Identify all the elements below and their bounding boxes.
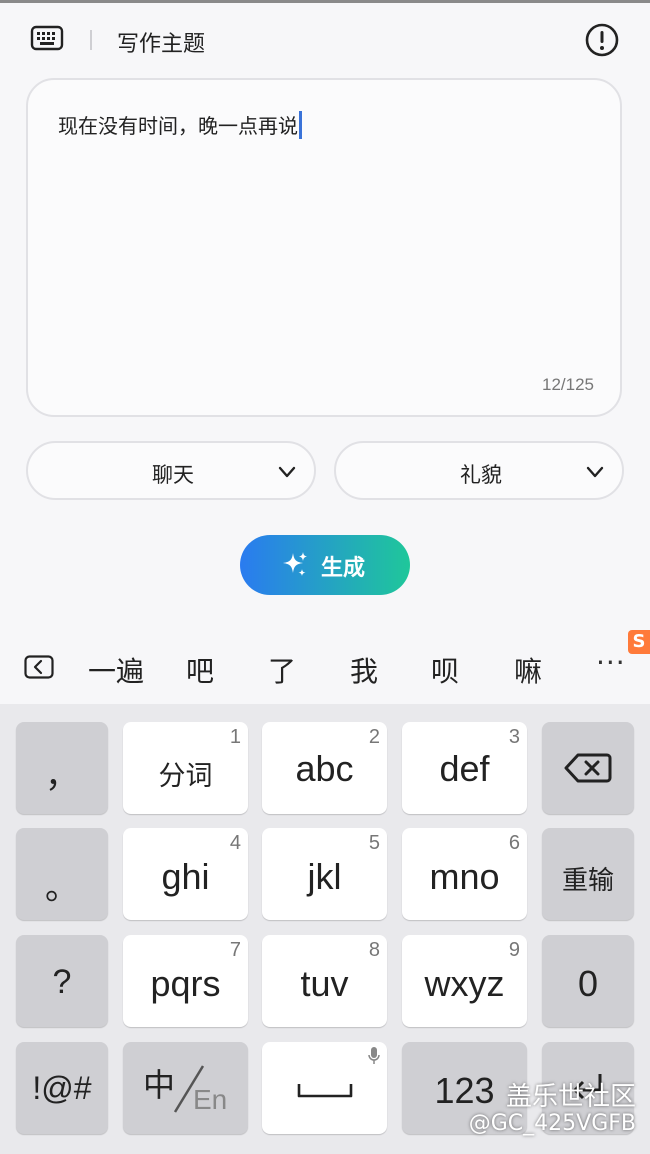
space-icon — [297, 1084, 353, 1098]
symbols-key[interactable]: !@# — [16, 1042, 108, 1134]
zero-key[interactable]: 0 — [542, 935, 634, 1027]
mic-icon — [368, 1047, 380, 1064]
collapse-icon[interactable] — [24, 655, 54, 679]
page-title: 写作主题 — [117, 32, 206, 57]
char-counter: 12/125 — [542, 375, 594, 394]
key-mno[interactable]: mno 6 — [402, 828, 527, 920]
candidate-word[interactable]: 了 — [268, 650, 296, 690]
info-icon[interactable] — [584, 22, 620, 58]
sparkle-icon — [283, 552, 307, 576]
candidate-word[interactable]: 我 — [350, 650, 378, 690]
period-key[interactable]: 。 — [16, 828, 108, 920]
space-key[interactable] — [262, 1042, 387, 1134]
chevron-down-icon — [278, 466, 296, 478]
key-jkl[interactable]: jkl 5 — [262, 828, 387, 920]
key-def[interactable]: def 3 — [402, 722, 527, 814]
generate-button[interactable]: 生成 — [240, 535, 410, 595]
topic-textarea[interactable]: 现在没有时间，晚一点再说 12/125 — [26, 78, 622, 417]
question-key[interactable]: ? — [16, 935, 108, 1027]
sogou-badge-icon: S — [628, 630, 650, 654]
backspace-icon — [564, 753, 612, 783]
candidate-word[interactable]: 呗 — [431, 650, 459, 690]
key-wxyz[interactable]: wxyz 9 — [402, 935, 527, 1027]
key-abc[interactable]: abc 2 — [262, 722, 387, 814]
candidate-word[interactable]: 吧 — [186, 650, 214, 690]
status-line — [0, 0, 650, 3]
key-ghi[interactable]: ghi 4 — [123, 828, 248, 920]
fenci-key[interactable]: 分词 1 — [123, 722, 248, 814]
watermark: 盖乐世社区 @GC_425VGFB — [468, 1082, 636, 1136]
retype-key[interactable]: 重输 — [542, 828, 634, 920]
keyboard-icon[interactable] — [30, 24, 64, 52]
candidate-bar: 一遍 吧 了 我 呗 嘛 ··· — [0, 628, 650, 704]
lang-en-label: En — [193, 1084, 228, 1115]
format-dropdown[interactable]: 聊天 — [26, 441, 316, 500]
topic-text: 现在没有时间，晚一点再说 — [58, 114, 298, 138]
text-caret — [299, 111, 302, 139]
generate-label: 生成 — [321, 556, 366, 581]
keyboard: ， 分词 1 abc 2 def 3 。 ghi 4 jkl 5 mno 6 重… — [0, 704, 650, 1154]
divider — [90, 30, 92, 50]
tone-dropdown-label: 礼貌 — [460, 463, 502, 487]
more-candidates-button[interactable]: ··· — [596, 646, 626, 679]
key-pqrs[interactable]: pqrs 7 — [123, 935, 248, 1027]
tone-dropdown[interactable]: 礼貌 — [334, 441, 624, 500]
candidate-word[interactable]: 嘛 — [514, 650, 542, 690]
header: 写作主题 — [0, 12, 650, 70]
comma-key[interactable]: ， — [16, 722, 108, 814]
format-dropdown-label: 聊天 — [152, 463, 194, 487]
backspace-key[interactable] — [542, 722, 634, 814]
language-switch-key[interactable]: 中 En — [123, 1042, 248, 1134]
key-tuv[interactable]: tuv 8 — [262, 935, 387, 1027]
chevron-down-icon — [586, 466, 604, 478]
candidate-word[interactable]: 一遍 — [88, 650, 144, 690]
